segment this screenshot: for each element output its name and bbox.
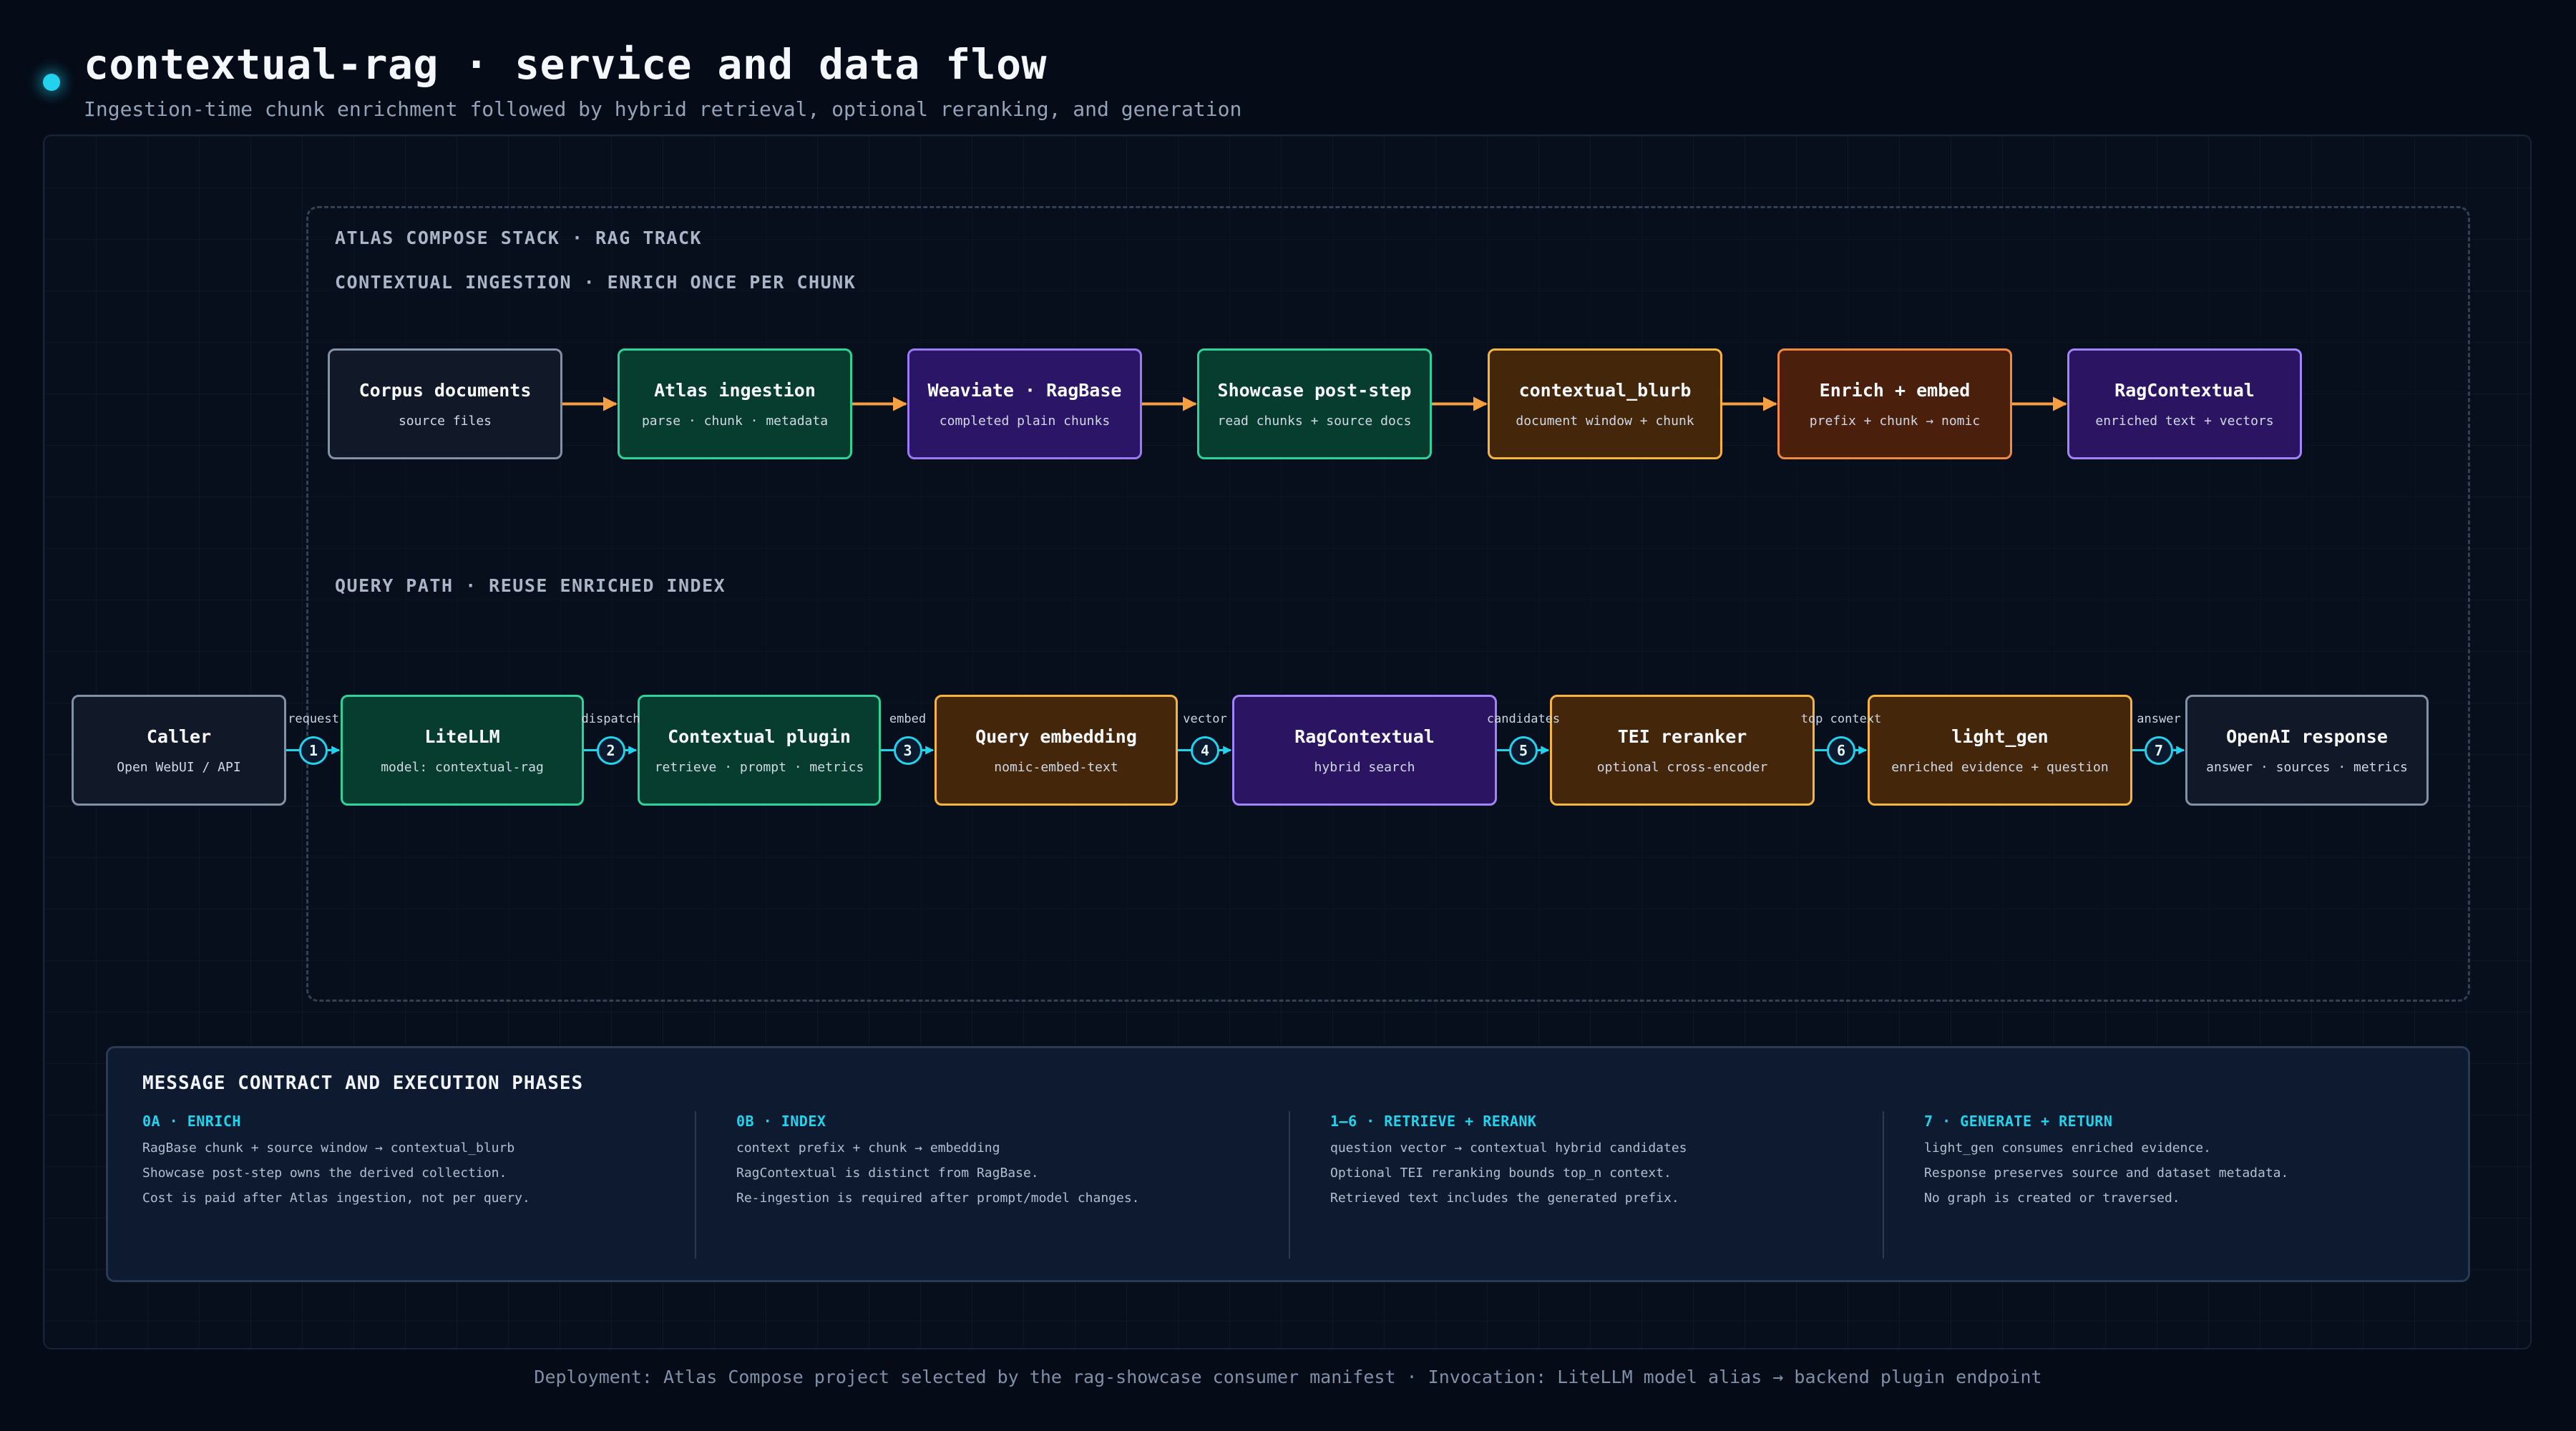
node-ragcontextual-ingest[interactable]: RagContextual enriched text + vectors bbox=[2067, 348, 2302, 459]
node-title: light_gen bbox=[1951, 726, 2049, 747]
phase-enrich: 0A · ENRICH RagBase chunk + source windo… bbox=[142, 1113, 708, 1205]
node-subtitle: source files bbox=[398, 413, 492, 429]
step-badge-1: 1 bbox=[299, 736, 328, 765]
contract-title: MESSAGE CONTRACT AND EXECUTION PHASES bbox=[142, 1073, 584, 1094]
phase-line: Re-ingestion is required after prompt/mo… bbox=[736, 1191, 1140, 1206]
phase-line: Retrieved text includes the generated pr… bbox=[1330, 1191, 1679, 1206]
step-badge-7: 7 bbox=[2145, 736, 2173, 765]
node-showcase-post-step[interactable]: Showcase post-step read chunks + source … bbox=[1197, 348, 1432, 459]
node-title: OpenAI response bbox=[2226, 726, 2388, 747]
node-title: RagContextual bbox=[1294, 726, 1435, 747]
step-badge-4: 4 bbox=[1191, 736, 1219, 765]
phase-generate-return: 7 · GENERATE + RETURN light_gen consumes… bbox=[1924, 1113, 2489, 1205]
footer-note: Deployment: Atlas Compose project select… bbox=[534, 1367, 2042, 1387]
node-corpus-documents[interactable]: Corpus documents source files bbox=[328, 348, 562, 459]
phase-line: light_gen consumes enriched evidence. bbox=[1924, 1141, 2211, 1156]
node-contextual-plugin[interactable]: Contextual plugin retrieve · prompt · me… bbox=[638, 695, 881, 806]
node-caller[interactable]: Caller Open WebUI / API bbox=[72, 695, 286, 806]
node-title: Contextual plugin bbox=[668, 726, 851, 747]
phase-title: 7 · GENERATE + RETURN bbox=[1924, 1113, 2113, 1130]
node-subtitle: Open WebUI / API bbox=[117, 759, 241, 775]
phase-divider bbox=[1289, 1111, 1290, 1259]
node-ragcontextual-query[interactable]: RagContextual hybrid search bbox=[1232, 695, 1497, 806]
node-subtitle: optional cross-encoder bbox=[1596, 759, 1768, 775]
node-title: RagContextual bbox=[2114, 379, 2255, 401]
node-title: Query embedding bbox=[975, 726, 1137, 747]
phase-line: RagBase chunk + source window → contextu… bbox=[142, 1141, 515, 1156]
node-title: Caller bbox=[146, 726, 212, 747]
edge-label-dispatch: dispatch bbox=[581, 711, 640, 726]
node-subtitle: nomic-embed-text bbox=[994, 759, 1118, 775]
node-title: Showcase post-step bbox=[1217, 379, 1412, 401]
phase-index: 0B · INDEX context prefix + chunk → embe… bbox=[736, 1113, 1302, 1205]
node-title: Enrich + embed bbox=[1819, 379, 1971, 401]
node-subtitle: parse · chunk · metadata bbox=[641, 413, 829, 429]
phase-line: Response preserves source and dataset me… bbox=[1924, 1166, 2289, 1181]
step-badge-6: 6 bbox=[1827, 736, 1855, 765]
node-enrich-embed[interactable]: Enrich + embed prefix + chunk → nomic bbox=[1777, 348, 2012, 459]
node-contextual-blurb[interactable]: contextual_blurb document window + chunk bbox=[1488, 348, 1722, 459]
node-subtitle: retrieve · prompt · metrics bbox=[654, 759, 864, 775]
phase-line: question vector → contextual hybrid cand… bbox=[1330, 1141, 1687, 1156]
edge-label-top-context: top context bbox=[1800, 711, 1882, 726]
node-openai-response[interactable]: OpenAI response answer · sources · metri… bbox=[2185, 695, 2429, 806]
node-light-gen[interactable]: light_gen enriched evidence + question bbox=[1868, 695, 2132, 806]
node-subtitle: model: contextual-rag bbox=[381, 759, 544, 775]
node-title: Corpus documents bbox=[358, 379, 532, 401]
node-subtitle: enriched evidence + question bbox=[1891, 759, 2109, 775]
node-subtitle: prefix + chunk → nomic bbox=[1809, 413, 1981, 429]
node-subtitle: document window + chunk bbox=[1516, 413, 1694, 429]
phase-line: RagContextual is distinct from RagBase. bbox=[736, 1166, 1039, 1181]
node-title: TEI reranker bbox=[1617, 726, 1747, 747]
node-litellm[interactable]: LiteLLM model: contextual-rag bbox=[341, 695, 584, 806]
step-badge-2: 2 bbox=[596, 736, 625, 765]
phase-line: Showcase post-step owns the derived coll… bbox=[142, 1166, 507, 1181]
phase-retrieve-rerank: 1–6 · RETRIEVE + RERANK question vector … bbox=[1330, 1113, 1896, 1205]
node-subtitle: completed plain chunks bbox=[939, 413, 1111, 429]
node-title: contextual_blurb bbox=[1518, 379, 1692, 401]
phase-divider bbox=[1883, 1111, 1884, 1259]
node-subtitle: answer · sources · metrics bbox=[2206, 759, 2408, 775]
node-subtitle: hybrid search bbox=[1314, 759, 1415, 775]
edge-label-answer: answer bbox=[2137, 711, 2181, 726]
phase-title: 0A · ENRICH bbox=[142, 1113, 241, 1130]
step-badge-5: 5 bbox=[1509, 736, 1538, 765]
phase-line: Optional TEI reranking bounds top_n cont… bbox=[1330, 1166, 1672, 1181]
node-query-embedding[interactable]: Query embedding nomic-embed-text bbox=[935, 695, 1178, 806]
phase-divider bbox=[695, 1111, 696, 1259]
edge-label-vector: vector bbox=[1183, 711, 1227, 726]
node-title: LiteLLM bbox=[424, 726, 500, 747]
node-title: Atlas ingestion bbox=[654, 379, 816, 401]
phase-title: 0B · INDEX bbox=[736, 1113, 826, 1130]
node-subtitle: read chunks + source docs bbox=[1217, 413, 1412, 429]
edge-label-candidates: candidates bbox=[1486, 711, 1561, 726]
node-weaviate-ragbase[interactable]: Weaviate · RagBase completed plain chunk… bbox=[907, 348, 1142, 459]
phase-line: Cost is paid after Atlas ingestion, not … bbox=[142, 1191, 530, 1206]
step-badge-3: 3 bbox=[893, 736, 922, 765]
phase-title: 1–6 · RETRIEVE + RERANK bbox=[1330, 1113, 1537, 1130]
node-title: Weaviate · RagBase bbox=[927, 379, 1122, 401]
edge-label-embed: embed bbox=[889, 711, 927, 726]
node-subtitle: enriched text + vectors bbox=[2095, 413, 2274, 429]
message-contract-panel: MESSAGE CONTRACT AND EXECUTION PHASES 0A… bbox=[106, 1046, 2470, 1282]
node-tei-reranker[interactable]: TEI reranker optional cross-encoder bbox=[1550, 695, 1815, 806]
phase-line: context prefix + chunk → embedding bbox=[736, 1141, 1000, 1156]
node-atlas-ingestion[interactable]: Atlas ingestion parse · chunk · metadata bbox=[618, 348, 852, 459]
phase-line: No graph is created or traversed. bbox=[1924, 1191, 2180, 1206]
edge-label-request: request bbox=[288, 711, 339, 726]
